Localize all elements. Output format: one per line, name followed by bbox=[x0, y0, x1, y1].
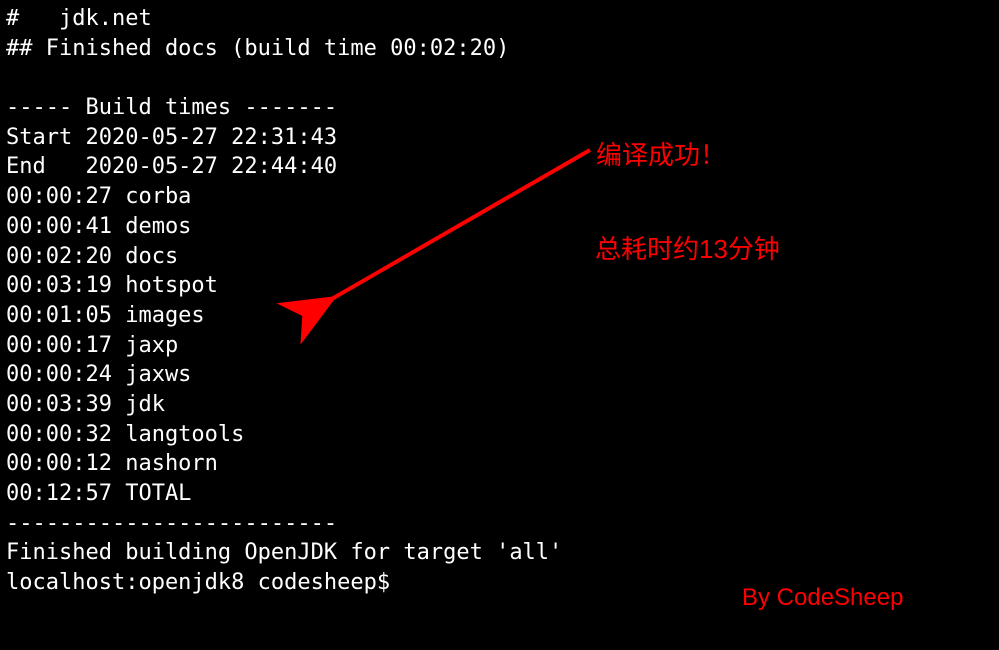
terminal-output: # jdk.net## Finished docs (build time 00… bbox=[6, 4, 993, 598]
terminal-line: 00:03:39 jdk bbox=[6, 390, 993, 420]
terminal-line: 00:00:32 langtools bbox=[6, 420, 993, 450]
terminal-line: ## Finished docs (build time 00:02:20) bbox=[6, 34, 993, 64]
terminal-line: ----- Build times ------- bbox=[6, 93, 993, 123]
terminal-line: 00:00:41 demos bbox=[6, 212, 993, 242]
terminal-line: 00:12:57 TOTAL bbox=[6, 479, 993, 509]
terminal-line: # jdk.net bbox=[6, 4, 993, 34]
terminal-line: Start 2020-05-27 22:31:43 bbox=[6, 123, 993, 153]
terminal-line: 00:00:17 jaxp bbox=[6, 331, 993, 361]
terminal-line: 00:03:19 hotspot bbox=[6, 271, 993, 301]
terminal-line: End 2020-05-27 22:44:40 bbox=[6, 152, 993, 182]
terminal-line: 00:02:20 docs bbox=[6, 242, 993, 272]
terminal-line: 00:01:05 images bbox=[6, 301, 993, 331]
terminal-line: Finished building OpenJDK for target 'al… bbox=[6, 538, 993, 568]
terminal-line: ------------------------- bbox=[6, 509, 993, 539]
terminal-line: localhost:openjdk8 codesheep$ bbox=[6, 568, 993, 598]
terminal-line: 00:00:12 nashorn bbox=[6, 449, 993, 479]
terminal-line: 00:00:27 corba bbox=[6, 182, 993, 212]
terminal-line: 00:00:24 jaxws bbox=[6, 360, 993, 390]
terminal-line bbox=[6, 63, 993, 93]
